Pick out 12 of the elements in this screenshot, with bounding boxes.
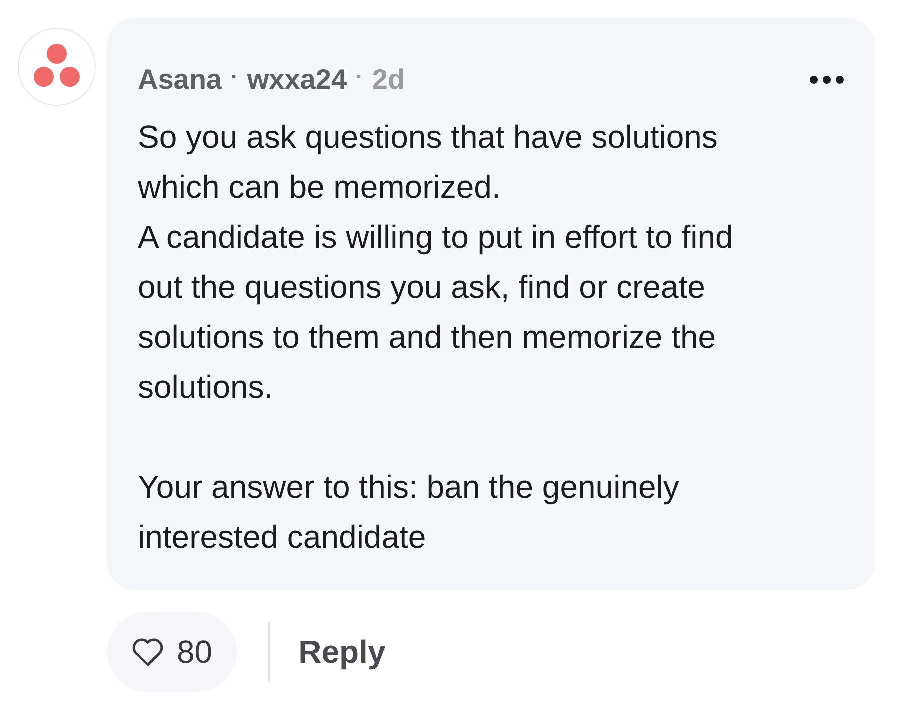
separator-dot: · (356, 62, 364, 90)
time-ago: 2d (372, 63, 406, 97)
community-name[interactable]: Asana (138, 59, 222, 101)
logo-avatar-icon (18, 28, 96, 106)
comment-text: Your answer to this: ban the genuinely interested candidate (138, 468, 680, 557)
reply-button[interactable]: Reply (298, 622, 386, 682)
author-name[interactable]: wxxa24 (247, 59, 348, 101)
like-button[interactable]: 80 (107, 612, 237, 692)
comment-text: So you ask questions that have solutions which can be memorized. A candidate is willing to put in effort to find out the questions you ask, find or create solutions to them and then memorize the solutions. (138, 118, 734, 407)
more-options-icon (810, 76, 844, 84)
heart-icon (131, 637, 165, 667)
separator-dot: · (231, 62, 238, 90)
